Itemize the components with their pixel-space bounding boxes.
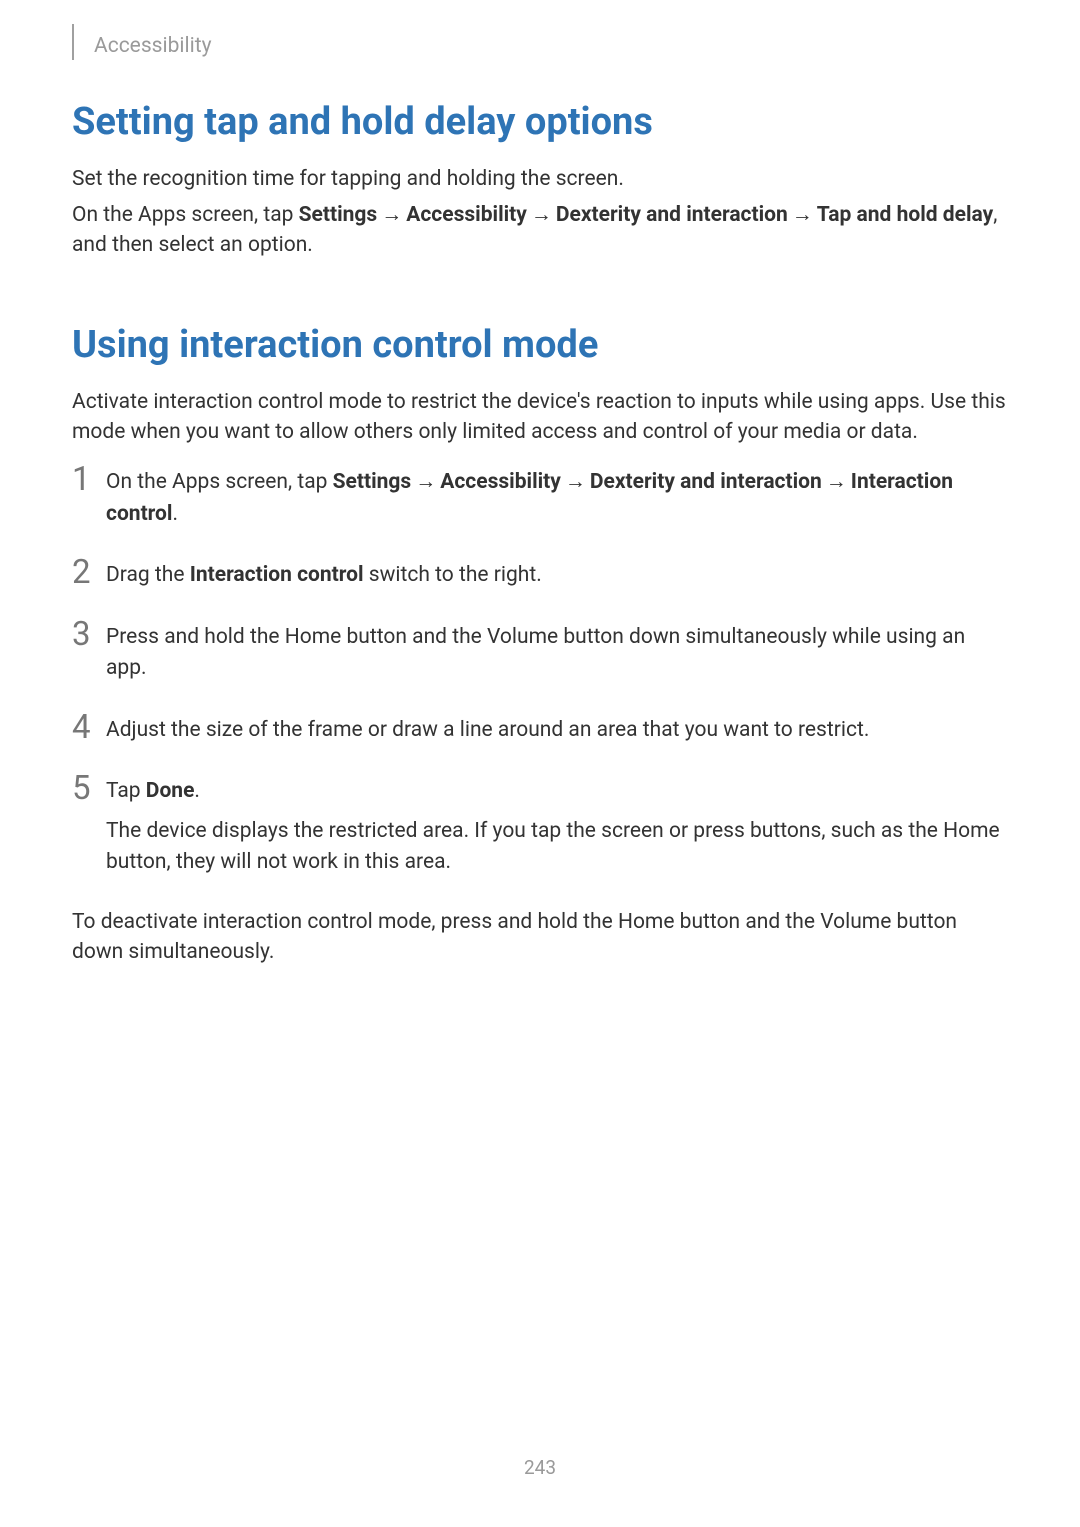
header-section-label: Accessibility: [94, 34, 212, 58]
step-number-4: 4: [72, 711, 106, 744]
section1-p2-prefix: On the Apps screen, tap: [72, 203, 299, 227]
section2-heading: Using interaction control mode: [72, 323, 1008, 369]
step2-suffix: switch to the right.: [364, 563, 542, 587]
arrow-icon: →: [381, 200, 402, 230]
step5-suffix: .: [194, 779, 200, 803]
list-item: 3 Press and hold the Home button and the…: [72, 620, 1008, 685]
step1-suffix: .: [172, 502, 178, 526]
section1-nav-settings: Settings: [299, 203, 378, 227]
step5-prefix: Tap: [106, 779, 146, 803]
step-5-content: Tap Done. The device displays the restri…: [106, 774, 1008, 879]
list-item: 4 Adjust the size of the frame or draw a…: [72, 713, 1008, 747]
section2-p1: Activate interaction control mode to res…: [72, 387, 1008, 448]
list-item: 2 Drag the Interaction control switch to…: [72, 558, 1008, 592]
list-item: 5 Tap Done. The device displays the rest…: [72, 774, 1008, 879]
header-bar: Accessibility: [72, 32, 1008, 60]
section1-p2: On the Apps screen, tap Settings→Accessi…: [72, 200, 1008, 261]
step-number-2: 2: [72, 556, 106, 589]
arrow-icon: →: [826, 467, 847, 499]
step1-nav-dexterity: Dexterity and interaction: [590, 470, 822, 494]
arrow-icon: →: [415, 467, 436, 499]
section1-nav-tapandhold: Tap and hold delay: [817, 203, 993, 227]
step-number-1: 1: [72, 463, 106, 496]
header-tab-indicator: [72, 24, 74, 60]
arrow-icon: →: [792, 200, 813, 230]
arrow-icon: →: [565, 467, 586, 499]
step2-bold: Interaction control: [190, 563, 364, 587]
step2-prefix: Drag the: [106, 563, 190, 587]
list-item: 1 On the Apps screen, tap Settings→Acces…: [72, 465, 1008, 530]
section2-closing: To deactivate interaction control mode, …: [72, 907, 1008, 968]
step1-nav-settings: Settings: [333, 470, 412, 494]
section1-nav-accessibility: Accessibility: [406, 203, 527, 227]
step-2-content: Drag the Interaction control switch to t…: [106, 558, 1008, 592]
step-3-content: Press and hold the Home button and the V…: [106, 620, 1008, 685]
section1-p1: Set the recognition time for tapping and…: [72, 164, 1008, 194]
step-number-5: 5: [72, 772, 106, 805]
section1-heading: Setting tap and hold delay options: [72, 100, 1008, 146]
section1-nav-dexterity: Dexterity and interaction: [556, 203, 788, 227]
step1-nav-accessibility: Accessibility: [440, 470, 561, 494]
step-1-content: On the Apps screen, tap Settings→Accessi…: [106, 465, 1008, 530]
arrow-icon: →: [531, 200, 552, 230]
step5-followup: The device displays the restricted area.…: [106, 816, 1008, 879]
page-number: 243: [0, 1456, 1080, 1479]
step-4-content: Adjust the size of the frame or draw a l…: [106, 713, 1008, 747]
step-number-3: 3: [72, 618, 106, 651]
step5-bold: Done: [146, 779, 195, 803]
section2-steps-list: 1 On the Apps screen, tap Settings→Acces…: [72, 465, 1008, 879]
step1-prefix: On the Apps screen, tap: [106, 470, 333, 494]
